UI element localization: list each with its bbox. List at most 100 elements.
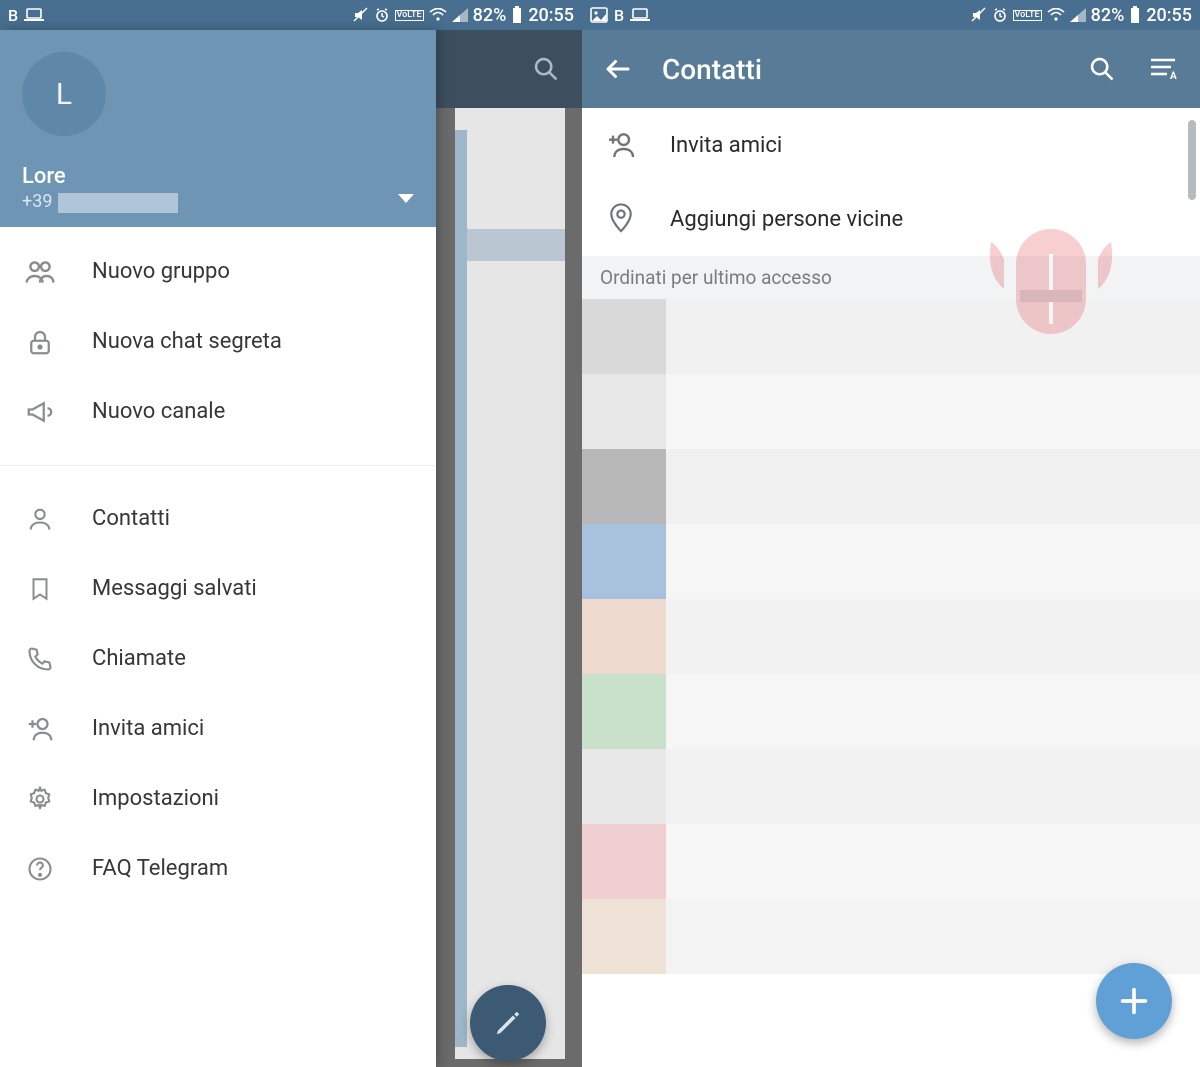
menu-saved-messages[interactable]: Messaggi salvati bbox=[0, 554, 436, 624]
menu-secret-chat[interactable]: Nuova chat segreta bbox=[0, 307, 436, 377]
mute-icon bbox=[353, 7, 369, 23]
person-icon bbox=[24, 503, 56, 535]
appbar: Contatti A bbox=[582, 30, 1200, 108]
status-b-icon: B bbox=[614, 6, 624, 25]
lock-icon bbox=[24, 326, 56, 358]
contact-avatar-blurred bbox=[582, 299, 666, 374]
contact-avatar-blurred bbox=[582, 524, 666, 599]
username-label: Lore bbox=[22, 164, 414, 189]
contact-row-blurred[interactable] bbox=[582, 374, 1200, 449]
contact-text-blurred bbox=[666, 524, 1200, 599]
bookmark-icon bbox=[24, 573, 56, 605]
location-icon bbox=[604, 202, 638, 236]
menu-label: Impostazioni bbox=[92, 786, 219, 811]
contact-row-blurred[interactable] bbox=[582, 899, 1200, 974]
menu-invite-friends[interactable]: Invita amici bbox=[0, 694, 436, 764]
menu-label: Chiamate bbox=[92, 646, 186, 671]
avatar-initial: L bbox=[56, 77, 72, 112]
status-laptop-icon bbox=[24, 8, 44, 22]
navigation-drawer: L Lore +39 Nuovo gruppo Nuova chat segre… bbox=[0, 30, 436, 1067]
contact-avatar-blurred bbox=[582, 749, 666, 824]
contact-text-blurred bbox=[666, 899, 1200, 974]
volte-icon: VoLTE bbox=[395, 10, 424, 21]
contact-row-blurred[interactable] bbox=[582, 599, 1200, 674]
menu-label: FAQ Telegram bbox=[92, 856, 228, 881]
volte-icon: VoLTE bbox=[1013, 10, 1042, 21]
contact-row-blurred[interactable] bbox=[582, 299, 1200, 374]
page-title: Contatti bbox=[662, 53, 1058, 86]
menu-settings[interactable]: Impostazioni bbox=[0, 764, 436, 834]
wifi-icon bbox=[429, 8, 447, 22]
contact-row-blurred[interactable] bbox=[582, 674, 1200, 749]
status-bar-left: B VoLTE 82% 20:55 bbox=[0, 0, 582, 30]
contacts-list-blurred bbox=[582, 299, 1200, 974]
contact-avatar-blurred bbox=[582, 599, 666, 674]
contact-text-blurred bbox=[666, 749, 1200, 824]
menu-divider bbox=[0, 465, 436, 466]
contact-avatar-blurred bbox=[582, 674, 666, 749]
plus-icon bbox=[1117, 984, 1151, 1018]
status-laptop-icon bbox=[630, 8, 650, 22]
add-contact-fab[interactable] bbox=[1096, 963, 1172, 1039]
megaphone-icon bbox=[24, 396, 56, 428]
mute-icon bbox=[971, 7, 987, 23]
phone-redacted bbox=[58, 193, 178, 213]
menu-label: Nuovo canale bbox=[92, 399, 225, 424]
section-header: Ordinati per ultimo accesso bbox=[582, 256, 1200, 299]
menu-label: Invita amici bbox=[92, 716, 204, 741]
contact-avatar-blurred bbox=[582, 449, 666, 524]
wifi-icon bbox=[1047, 8, 1065, 22]
signal-icon bbox=[452, 8, 468, 22]
drawer-menu-group-2: Contatti Messaggi salvati Chiamate Invit… bbox=[0, 474, 436, 914]
contact-row-blurred[interactable] bbox=[582, 524, 1200, 599]
status-time: 20:55 bbox=[1146, 5, 1192, 26]
status-bar-right: B VoLTE 82% 20:55 bbox=[582, 0, 1200, 30]
background-appbar bbox=[436, 30, 582, 108]
contact-row-blurred[interactable] bbox=[582, 449, 1200, 524]
menu-calls[interactable]: Chiamate bbox=[0, 624, 436, 694]
add-person-icon bbox=[24, 713, 56, 745]
option-label: Aggiungi persone vicine bbox=[670, 207, 903, 232]
contact-avatar-blurred bbox=[582, 824, 666, 899]
back-button[interactable] bbox=[600, 51, 636, 87]
battery-text: 82% bbox=[1091, 5, 1125, 26]
contact-text-blurred bbox=[666, 599, 1200, 674]
battery-text: 82% bbox=[473, 5, 507, 26]
contact-text-blurred bbox=[666, 299, 1200, 374]
compose-fab[interactable] bbox=[470, 985, 546, 1061]
avatar[interactable]: L bbox=[22, 52, 106, 136]
contact-avatar-blurred bbox=[582, 899, 666, 974]
alarm-icon bbox=[992, 7, 1008, 23]
menu-new-group[interactable]: Nuovo gruppo bbox=[0, 237, 436, 307]
option-invite-friends[interactable]: Invita amici bbox=[582, 108, 1200, 182]
phone-prefix: +39 bbox=[22, 191, 52, 212]
menu-faq[interactable]: FAQ Telegram bbox=[0, 834, 436, 904]
scrollbar-thumb[interactable] bbox=[1188, 120, 1196, 200]
gear-icon bbox=[24, 783, 56, 815]
contact-row-blurred[interactable] bbox=[582, 749, 1200, 824]
chevron-down-icon[interactable] bbox=[398, 194, 414, 203]
help-icon bbox=[24, 853, 56, 885]
left-screen: B VoLTE 82% 20:55 L Lore +39 bbox=[0, 0, 582, 1067]
drawer-header[interactable]: L Lore +39 bbox=[0, 30, 436, 227]
contact-text-blurred bbox=[666, 374, 1200, 449]
search-button[interactable] bbox=[1084, 51, 1120, 87]
contact-text-blurred bbox=[666, 449, 1200, 524]
pencil-icon bbox=[493, 1008, 523, 1038]
battery-icon bbox=[1129, 6, 1141, 24]
contact-text-blurred bbox=[666, 674, 1200, 749]
alarm-icon bbox=[374, 7, 390, 23]
status-time: 20:55 bbox=[528, 5, 574, 26]
search-icon[interactable] bbox=[532, 55, 560, 83]
menu-contacts[interactable]: Contatti bbox=[0, 484, 436, 554]
signal-icon bbox=[1070, 8, 1086, 22]
option-people-nearby[interactable]: Aggiungi persone vicine bbox=[582, 182, 1200, 256]
option-label: Invita amici bbox=[670, 133, 782, 158]
battery-icon bbox=[511, 6, 523, 24]
sort-button[interactable]: A bbox=[1146, 51, 1182, 87]
right-screen: B VoLTE 82% 20:55 Contatti A Invita bbox=[582, 0, 1200, 1067]
menu-new-channel[interactable]: Nuovo canale bbox=[0, 377, 436, 447]
contact-row-blurred[interactable] bbox=[582, 824, 1200, 899]
group-icon bbox=[24, 256, 56, 288]
add-person-icon bbox=[604, 128, 638, 162]
